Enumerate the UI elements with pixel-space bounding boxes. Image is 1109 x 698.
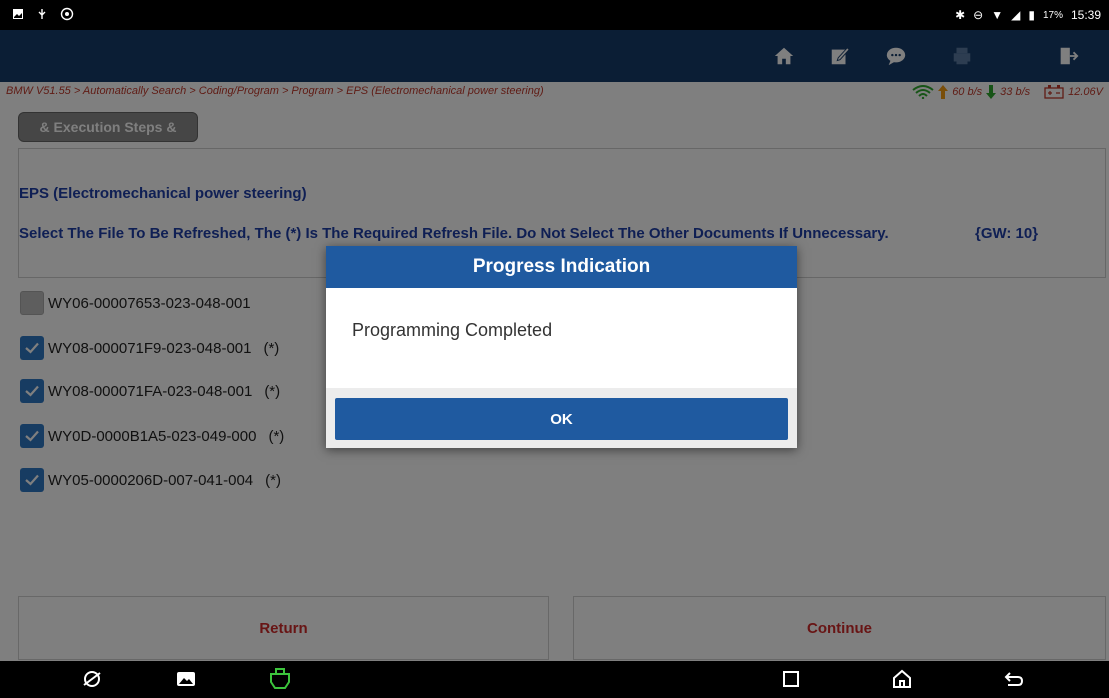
app-notification-icon [60, 7, 74, 21]
dialog-message: Programming Completed [352, 320, 553, 340]
battery-icon: ▮ [1028, 8, 1035, 22]
browser-icon [83, 671, 101, 687]
gallery-button[interactable] [174, 667, 198, 691]
usb-debug-icon [38, 9, 46, 19]
recents-button[interactable] [779, 667, 803, 691]
browser-button[interactable] [80, 667, 104, 691]
dialog-title: Progress Indication [326, 246, 797, 288]
dialog-footer: OK [326, 388, 797, 448]
signal-icon: ◢ [1011, 8, 1021, 22]
vci-icon [270, 668, 290, 689]
dnd-icon: ⊖ [973, 8, 984, 22]
home-outline-icon [893, 669, 911, 688]
bluetooth-icon: ✱ [955, 8, 966, 22]
system-nav-bar [0, 661, 1109, 698]
back-icon [1004, 672, 1024, 686]
status-bar: ✱ ⊖ ▼ ◢ ▮ 17% 15:39 [0, 0, 1109, 30]
gallery-icon [177, 672, 195, 686]
image-notification-icon [13, 9, 23, 19]
wifi-status-icon: ▼ [991, 8, 1004, 22]
progress-dialog: Progress Indication Programming Complete… [326, 246, 797, 448]
back-button[interactable] [1001, 667, 1025, 691]
vci-button[interactable] [268, 667, 292, 691]
clock: 15:39 [1070, 8, 1101, 22]
ok-button[interactable]: OK [335, 398, 788, 440]
home-nav-button[interactable] [890, 667, 914, 691]
battery-level: 17% [1042, 9, 1063, 21]
recents-icon [783, 671, 799, 687]
